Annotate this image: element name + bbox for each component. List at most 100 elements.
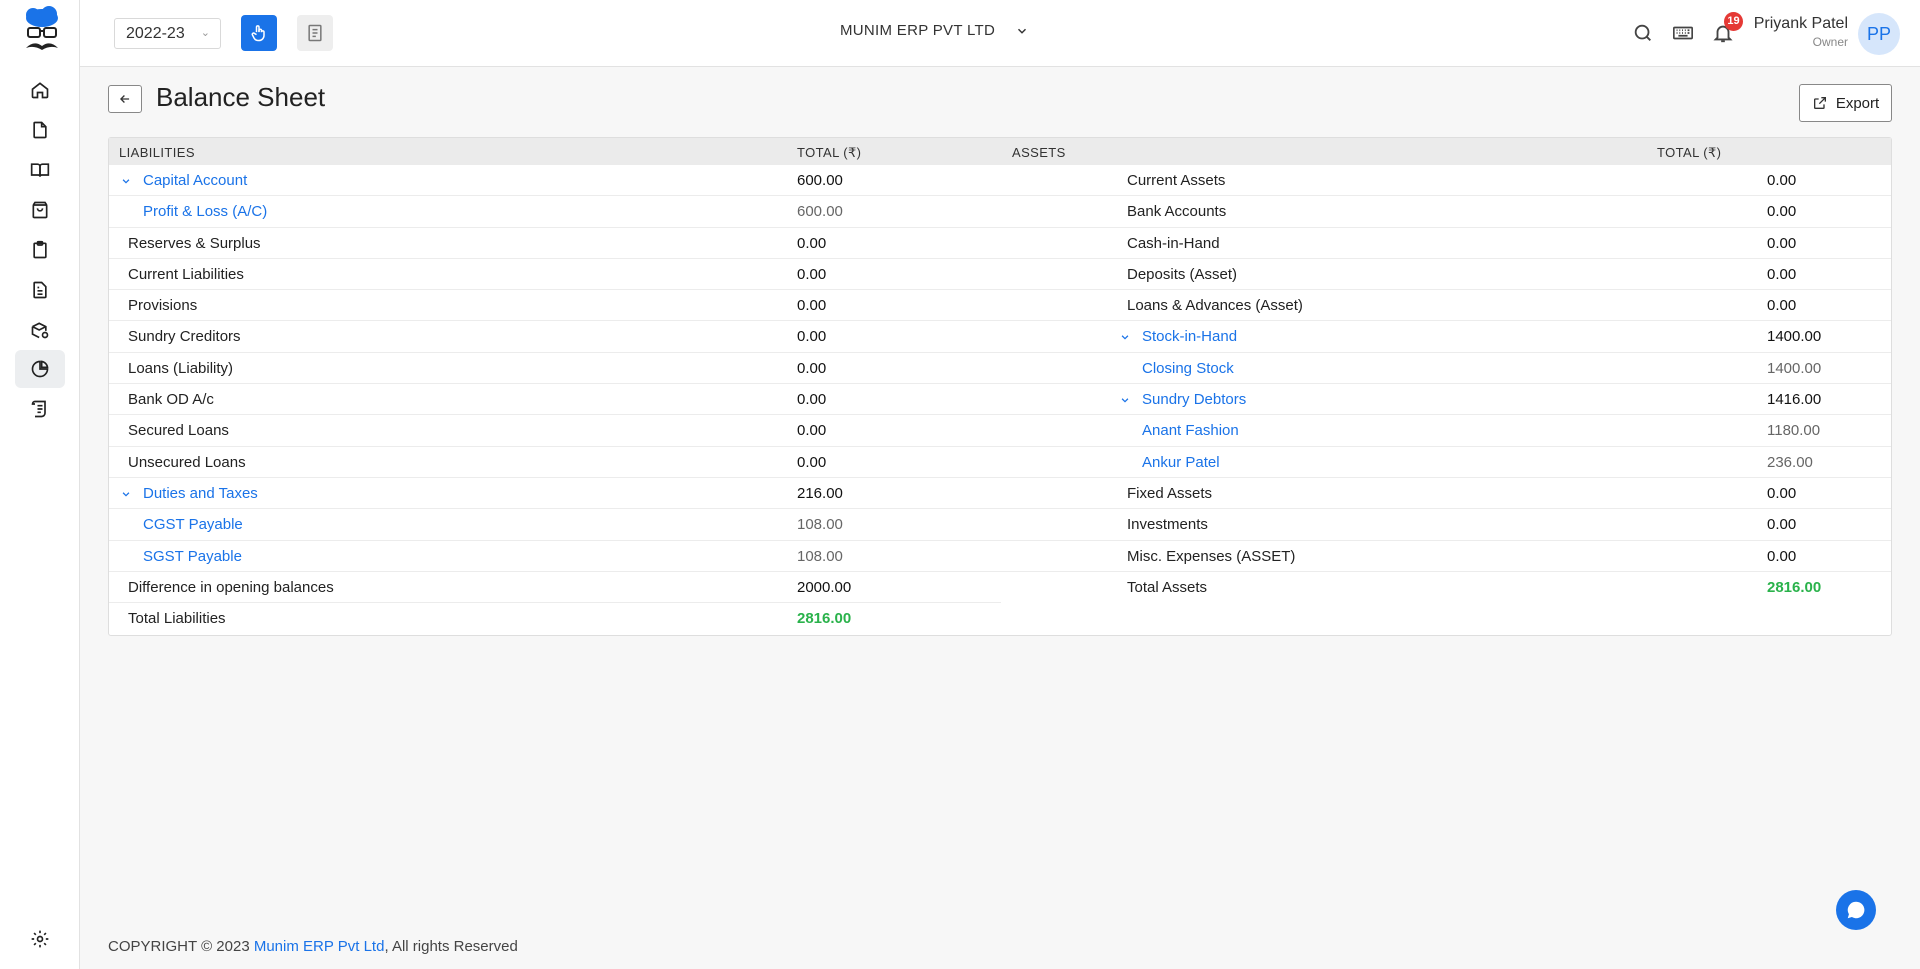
footer-copyright: COPYRIGHT © 2023 Munim ERP Pvt Ltd, All … (108, 938, 518, 955)
munim-logo-icon[interactable] (22, 6, 62, 56)
table-row-misc-expenses-asset: Misc. Expenses (ASSET) 0.00 (1001, 541, 1891, 572)
row-label[interactable]: Capital Account (143, 172, 247, 189)
row-label: Secured Loans (128, 422, 229, 440)
group-row-sundry-debtors[interactable]: Sundry Debtors 1416.00 (1001, 384, 1891, 416)
row-value: 0.00 (797, 297, 827, 315)
notes-button[interactable] (297, 15, 333, 51)
row-label[interactable]: Duties and Taxes (143, 485, 258, 502)
table-row-closing-stock[interactable]: Closing Stock 1400.00 (1001, 353, 1891, 385)
row-label[interactable]: SGST Payable (143, 548, 242, 565)
row-value: 2816.00 (797, 610, 852, 628)
row-value: 2816.00 (1767, 578, 1822, 596)
sidebar-item-home[interactable] (15, 71, 65, 109)
financial-year-select[interactable]: 2022-23 ⌄ (114, 18, 221, 49)
table-row-sgst-payable[interactable]: SGST Payable 108.00 (109, 541, 1001, 572)
sidebar-item-ledger[interactable] (15, 390, 65, 428)
file-icon (33, 121, 47, 139)
chevron-down-icon[interactable] (121, 176, 131, 186)
row-label: Sundry Creditors (128, 328, 241, 346)
row-label[interactable]: Profit & Loss (A/C) (143, 203, 267, 220)
row-label: Total Assets (1127, 578, 1208, 596)
row-label: Current Liabilities (128, 265, 244, 283)
group-row-stock-in-hand[interactable]: Stock-in-Hand 1400.00 (1001, 321, 1891, 353)
row-label: Fixed Assets (1127, 484, 1213, 502)
row-label: Current Assets (1127, 172, 1226, 189)
assets-total-column-header: TOTAL (₹) (1657, 145, 1722, 160)
row-value: 600.00 (797, 172, 843, 189)
table-header: LIABILITIES TOTAL (₹) ASSETS TOTAL (₹) (109, 138, 1891, 165)
row-value: 108.00 (797, 547, 843, 565)
table-row-profit-loss-a-c[interactable]: Profit & Loss (A/C) 600.00 (109, 196, 1001, 228)
sidebar-item-inventory[interactable] (15, 311, 65, 349)
sidebar-item-reports[interactable] (15, 350, 65, 388)
row-label[interactable]: Ankur Patel (1142, 454, 1220, 471)
table-row-difference-in-opening-balances: Difference in opening balances 2000.00 (109, 572, 1001, 604)
chevron-down-icon[interactable] (121, 489, 131, 499)
row-value: 1180.00 (1767, 422, 1821, 440)
chevron-down-icon[interactable] (1120, 332, 1130, 342)
row-value: 1400.00 (1767, 359, 1822, 377)
row-label: Unsecured Loans (128, 453, 246, 471)
row-label[interactable]: CGST Payable (143, 516, 243, 533)
company-selector[interactable]: MUNIM ERP PVT LTD (840, 22, 1029, 39)
page-title: Balance Sheet (156, 82, 326, 112)
table-row-anant-fashion[interactable]: Anant Fashion 1180.00 (1001, 415, 1891, 447)
row-label[interactable]: Closing Stock (1142, 360, 1234, 377)
row-value: 0.00 (1767, 516, 1797, 534)
package-settings-icon (31, 322, 49, 339)
keyboard-icon[interactable] (1672, 22, 1694, 44)
row-label: Misc. Expenses (ASSET) (1127, 547, 1296, 565)
sidebar-item-orders[interactable] (15, 231, 65, 269)
row-value: 600.00 (797, 203, 843, 221)
row-value: 0.00 (797, 422, 827, 440)
row-label[interactable]: Stock-in-Hand (1142, 328, 1237, 345)
total-row-total-assets: Total Assets 2816.00 (1001, 572, 1891, 603)
liabilities-column: Capital Account 600.00 Profit & Loss (A/C)… (109, 165, 1001, 634)
table-row-reserves-surplus: Reserves & Surplus 0.00 (109, 228, 1001, 259)
export-button[interactable]: Export (1799, 84, 1892, 122)
chevron-down-icon (1018, 28, 1027, 34)
pie-chart-icon (31, 360, 49, 378)
row-value: 1416.00 (1767, 391, 1822, 409)
sidebar-item-settings[interactable] (15, 920, 65, 958)
row-label: Cash-in-Hand (1127, 234, 1220, 252)
settings-icon (31, 930, 49, 948)
row-value: 236.00 (1767, 453, 1813, 471)
row-value: 0.00 (1767, 234, 1797, 252)
group-row-capital-account[interactable]: Capital Account 600.00 (109, 165, 1001, 197)
footer-prefix: COPYRIGHT © 2023 (108, 938, 254, 955)
chat-button[interactable] (1836, 890, 1876, 930)
search-icon[interactable] (1632, 22, 1654, 44)
back-button[interactable] (108, 85, 142, 113)
sidebar-item-accounting[interactable] (15, 151, 65, 189)
group-row-duties-and-taxes[interactable]: Duties and Taxes 216.00 (109, 478, 1001, 510)
sidebar-item-purchase[interactable] (15, 191, 65, 229)
avatar[interactable]: PP (1858, 13, 1900, 55)
balance-sheet-table: LIABILITIES TOTAL (₹) ASSETS TOTAL (₹) C… (108, 137, 1892, 636)
sidebar-item-sales[interactable] (15, 111, 65, 149)
company-name: MUNIM ERP PVT LTD (840, 22, 996, 39)
notification-count-badge: 19 (1724, 12, 1743, 31)
sidebar-item-documents[interactable] (15, 271, 65, 309)
row-label[interactable]: Anant Fashion (1142, 422, 1239, 439)
row-label[interactable]: Sundry Debtors (1142, 391, 1246, 408)
row-label: Investments (1127, 516, 1208, 534)
table-row-bank-accounts: Bank Accounts 0.00 (1001, 196, 1891, 228)
quick-action-button[interactable] (241, 15, 277, 51)
row-value: 0.00 (1767, 203, 1797, 221)
chevron-down-icon: ⌄ (200, 27, 210, 39)
table-row-ankur-patel[interactable]: Ankur Patel 236.00 (1001, 447, 1891, 478)
top-header: 2022-23 ⌄ MUNIM ERP PVT LTD 19 Priyank P… (80, 0, 1920, 67)
footer-company-link[interactable]: Munim ERP Pvt Ltd (254, 938, 385, 955)
home-icon (31, 82, 49, 99)
document-icon (33, 281, 47, 299)
arrow-left-icon (120, 95, 130, 103)
chevron-down-icon[interactable] (1120, 395, 1130, 405)
table-row-cgst-payable[interactable]: CGST Payable 108.00 (109, 509, 1001, 541)
row-label: Total Liabilities (128, 610, 226, 628)
hand-pointer-icon (251, 25, 265, 42)
row-value: 0.00 (1767, 484, 1797, 502)
table-row-loans-advances-asset: Loans & Advances (Asset) 0.00 (1001, 290, 1891, 322)
row-label: Provisions (128, 297, 198, 315)
book-icon (30, 163, 50, 177)
